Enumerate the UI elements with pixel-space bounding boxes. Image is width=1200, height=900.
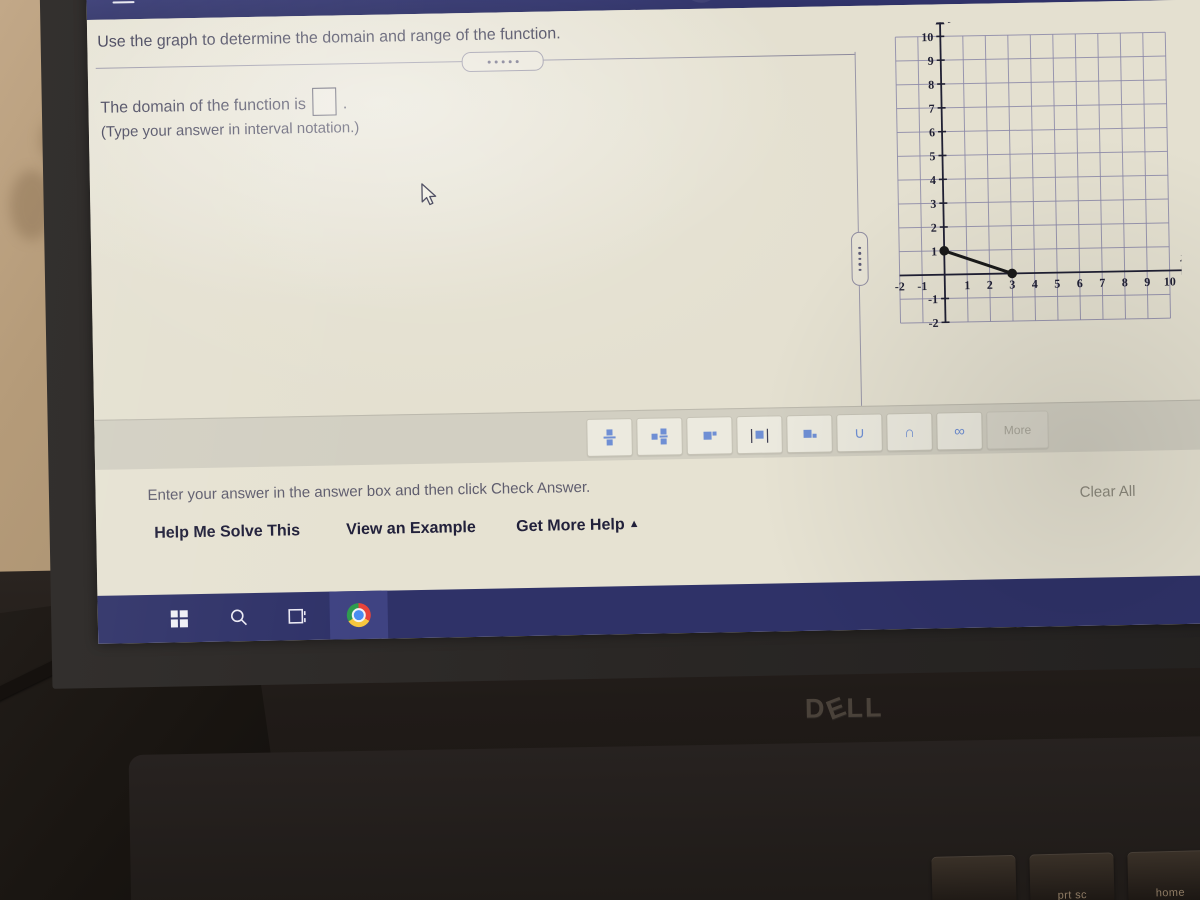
union-icon: ∪ [853,424,866,443]
key-home[interactable]: home [1127,850,1200,900]
page-title-prefix: Homework: [158,0,260,4]
dell-logo: DELL [804,690,884,726]
infinity-icon: ∞ [954,422,966,440]
svg-text:10: 10 [921,30,933,44]
page-title: Homework: Sec. 1.2 HW [158,0,378,5]
svg-text:9: 9 [1144,275,1150,289]
svg-text:5: 5 [929,149,935,163]
svg-text:3: 3 [1009,277,1015,291]
taskbar-chrome-button[interactable] [329,590,389,640]
svg-text:4: 4 [1032,277,1038,291]
svg-text:3: 3 [930,197,936,211]
graph-svg: x y -2 -1 1 2 3 4 5 6 7 8 9 10 -2 -1 1 2 3 4 5 6 7 8 9 10 [895,18,1183,330]
palette-union-button[interactable]: ∪ [836,413,883,453]
chrome-icon [346,602,372,628]
svg-text:2: 2 [987,278,993,292]
get-more-help-label: Get More Help [516,516,625,536]
svg-text:6: 6 [929,125,935,139]
svg-text:10: 10 [1164,274,1176,288]
svg-text:9: 9 [928,54,934,68]
clear-all-button[interactable]: Clear All [1080,483,1136,501]
palette-mixed-number-button[interactable] [636,417,683,456]
function-graph: x y -2 -1 1 2 3 4 5 6 7 8 9 10 -2 -1 1 2 3 4 5 6 7 8 9 10 [877,18,1183,333]
splitter-drag-handle[interactable] [850,231,869,287]
palette-exponent-button[interactable] [686,416,733,456]
footer-instruction: Enter your answer in the answer box and … [147,478,591,504]
answer-format-instruction: (Type your answer in interval notation.) [100,119,360,141]
svg-text:2: 2 [931,221,937,235]
key-prt-sc-label: prt sc [1057,889,1088,900]
taskbar-task-view-button[interactable] [269,592,328,641]
svg-text:8: 8 [928,78,934,92]
svg-text:5: 5 [1054,277,1060,291]
help-me-solve-this-link[interactable]: Help Me Solve This [154,522,300,543]
taskbar-search-button[interactable] [209,593,268,642]
domain-answer-input[interactable] [312,87,337,116]
windows-logo-icon [170,609,188,628]
svg-text:6: 6 [1077,276,1083,290]
fraction-icon [603,429,616,446]
palette-infinity-button[interactable]: ∞ [936,411,983,451]
keyboard-strip: prt sc home [879,840,1200,900]
taskbar-start-button[interactable] [149,594,208,643]
palette-absolute-value-button[interactable]: | | [736,415,783,455]
caret-up-icon: ▲ [628,517,640,531]
question-divider [95,50,856,73]
palette-more-button[interactable]: More [986,410,1049,450]
question-prompt: Use the graph to determine the domain an… [97,25,561,51]
task-view-icon [288,608,306,624]
subscript-icon [802,429,817,438]
svg-text:-1: -1 [928,292,938,306]
svg-text:7: 7 [928,101,934,115]
palette-fraction-button[interactable] [586,418,633,457]
svg-text:-1: -1 [917,279,927,293]
key-prt-sc[interactable]: prt sc [1029,852,1115,900]
mouse-cursor [421,183,437,206]
page-title-name: Sec. 1.2 HW [265,0,379,2]
divider-collapse-handle[interactable] [461,50,544,73]
view-an-example-link[interactable]: View an Example [346,519,476,539]
photograph-of-laptop: DELL prt sc home Homework: Sec. 1.2 HW ‹… [0,0,1200,900]
svg-text:7: 7 [1099,276,1105,290]
search-icon [230,609,248,626]
svg-text:-2: -2 [895,279,905,293]
laptop-screen: Homework: Sec. 1.2 HW ‹ Part 1 of 2 › Sc… [86,0,1200,644]
svg-text:4: 4 [930,173,936,187]
question-footer: Enter your answer in the answer box and … [95,448,1200,596]
dell-logo-e: E [821,690,852,726]
svg-text:-2: -2 [928,316,938,330]
get-more-help-link[interactable]: Get More Help ▲ [516,516,640,536]
svg-text:1: 1 [964,278,970,292]
palette-subscript-button[interactable] [786,414,833,454]
mixed-number-icon [651,428,668,445]
question-work-area: Use the graph to determine the domain an… [86,0,1200,472]
palette-intersection-button[interactable]: ∩ [886,412,933,452]
key-home-label: home [1155,886,1186,900]
answer-line-period: . [342,95,348,113]
absolute-value-icon: | | [749,426,770,444]
svg-text:1: 1 [931,244,937,258]
exponent-icon [702,431,717,440]
palette-more-label: More [1003,422,1032,438]
previous-question-button[interactable]: ‹ [682,0,720,4]
menu-icon[interactable] [112,0,135,6]
answer-line-label: The domain of the function is [100,95,307,117]
intersection-icon: ∩ [903,423,916,441]
svg-text:x: x [1179,249,1183,264]
svg-text:y: y [947,18,955,23]
key-blank-left[interactable] [931,854,1017,900]
answer-line: The domain of the function is . [100,87,347,120]
svg-text:8: 8 [1122,275,1128,289]
